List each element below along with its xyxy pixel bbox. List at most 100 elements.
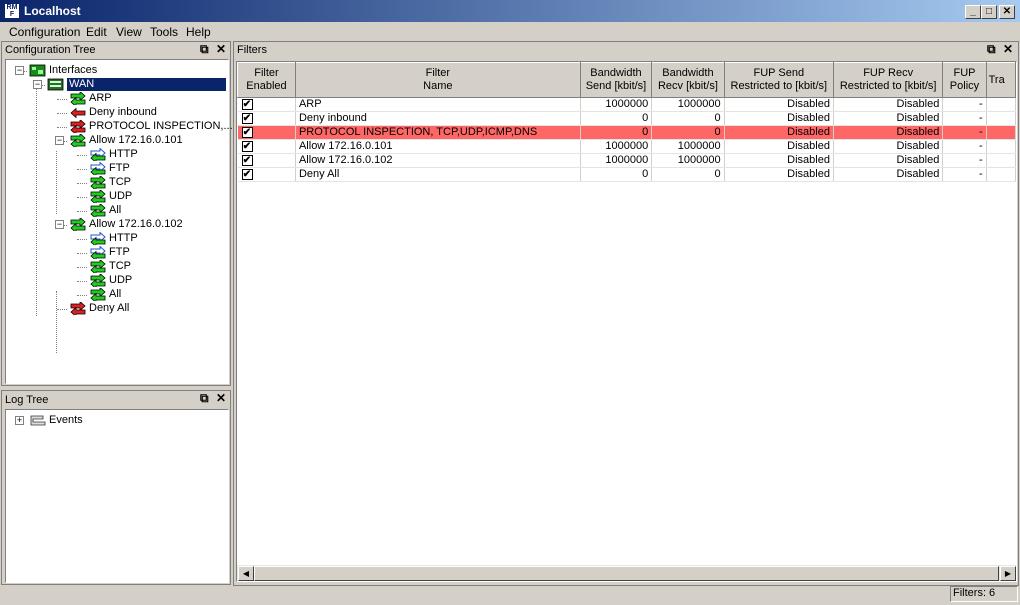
tree-connector xyxy=(36,86,37,316)
menu-tools[interactable]: Tools xyxy=(150,25,178,39)
column-header[interactable]: Filter Enabled xyxy=(237,62,296,98)
float-icon[interactable]: ⧉ xyxy=(200,391,209,406)
arrow-both-icon xyxy=(89,202,107,220)
menu-bar: Configuration Edit View Tools Help xyxy=(0,22,1020,41)
arrow-both-icon xyxy=(89,272,107,290)
close-icon[interactable]: ✕ xyxy=(216,42,226,56)
arrow-both-icon xyxy=(69,90,87,108)
column-header[interactable]: Bandwidth Recv [kbit/s] xyxy=(651,62,725,98)
tree-node-label: Deny inbound xyxy=(89,106,157,118)
enabled-checkbox[interactable]: ✔ xyxy=(241,154,253,166)
arrow-both-red-icon xyxy=(69,300,87,318)
close-icon[interactable]: ✕ xyxy=(1003,42,1013,56)
maximize-button[interactable]: □ xyxy=(981,5,997,19)
tree-node-label: UDP xyxy=(109,274,133,286)
table-row[interactable]: ✔ Allow 172.16.0.102 1000000 1000000 Disable… xyxy=(237,153,1016,168)
menu-help[interactable]: Help xyxy=(186,25,211,39)
log-tree[interactable]: + Events xyxy=(5,409,229,583)
filters-table: Filter Enabled Filter Name Bandwidth Send [kb… xyxy=(237,62,1016,182)
table-row[interactable]: ✔ ARP 1000000 1000000 Disabled Disabled - xyxy=(237,97,1016,112)
column-header[interactable]: FUP Policy xyxy=(942,62,987,98)
enabled-checkbox[interactable]: ✔ xyxy=(241,126,253,138)
send-cell: 0 xyxy=(580,125,653,140)
policy-cell: - xyxy=(942,167,987,182)
events-icon xyxy=(29,414,47,427)
tree-node-label: TCP xyxy=(109,176,131,188)
title-bar xyxy=(0,0,1020,22)
collapse-toggle[interactable]: − xyxy=(15,66,24,75)
tree-connector xyxy=(77,281,87,282)
column-header[interactable]: FUP Recv Restricted to [kbit/s] xyxy=(832,62,944,98)
tree-node-label: FTP xyxy=(109,162,130,174)
enabled-cell: ✔ xyxy=(237,125,296,140)
menu-edit[interactable]: Edit xyxy=(86,25,107,39)
fup-send-cell: Disabled xyxy=(724,153,834,168)
float-icon[interactable]: ⧉ xyxy=(200,42,209,57)
column-header-line2: Recv [kbit/s] xyxy=(657,80,718,92)
collapse-toggle[interactable]: − xyxy=(33,80,42,89)
tra-cell xyxy=(986,139,1016,154)
tree-node-label: HTTP xyxy=(109,148,138,160)
column-header-line2: Policy xyxy=(949,80,980,92)
name-cell: ARP xyxy=(295,97,581,112)
scroll-right-button[interactable]: ▶ xyxy=(1000,566,1016,581)
enabled-checkbox[interactable]: ✔ xyxy=(241,140,253,152)
column-header[interactable]: Tra xyxy=(985,62,1016,98)
collapse-toggle[interactable]: − xyxy=(55,220,64,229)
table-row[interactable]: ✔ Deny inbound 0 0 Disabled Disabled - xyxy=(237,111,1016,126)
arrow-both-icon xyxy=(89,286,107,304)
expand-toggle[interactable]: + xyxy=(15,416,24,425)
table-row[interactable]: ✔ Deny All 0 0 Disabled Disabled - xyxy=(237,167,1016,182)
column-header-line1: Bandwidth xyxy=(590,67,642,79)
menu-view[interactable]: View xyxy=(116,25,142,39)
interface-icon xyxy=(47,78,65,91)
tree-node-label: ARP xyxy=(89,92,112,104)
fup-recv-cell: Disabled xyxy=(833,167,944,182)
name-cell: Allow 172.16.0.101 xyxy=(295,139,581,154)
enabled-cell: ✔ xyxy=(237,153,296,168)
log-tree-title: Log Tree xyxy=(5,394,49,406)
collapse-toggle[interactable]: − xyxy=(55,136,64,145)
table-row[interactable]: ✔ PROTOCOL INSPECTION, TCP,UDP,ICMP,DNS 0 0… xyxy=(237,125,1016,140)
app-icon[interactable]: RM F xyxy=(4,3,20,19)
arrow-both-icon xyxy=(69,132,87,150)
window-title: Localhost xyxy=(24,4,81,18)
scrollbar-thumb[interactable] xyxy=(254,566,999,581)
send-cell: 0 xyxy=(580,111,653,126)
column-header-line1: Bandwidth xyxy=(662,67,714,79)
tree-node-label: HTTP xyxy=(109,232,138,244)
fup-send-cell: Disabled xyxy=(724,111,834,126)
column-header-line1: FUP Send xyxy=(753,67,805,79)
enabled-checkbox[interactable]: ✔ xyxy=(241,112,253,124)
close-button[interactable]: ✕ xyxy=(999,5,1015,19)
column-header[interactable]: Filter Name xyxy=(294,62,581,98)
tra-cell xyxy=(986,167,1016,182)
tree-node-label: UDP xyxy=(109,190,133,202)
tree-node-label: Deny All xyxy=(89,302,130,314)
scroll-left-button[interactable]: ◀ xyxy=(238,566,254,581)
recv-cell: 0 xyxy=(651,125,725,140)
enabled-checkbox[interactable]: ✔ xyxy=(241,98,253,110)
configuration-tree[interactable]: − Interfaces − WAN ARP Deny inbound PROTOCOL I… xyxy=(5,59,233,384)
column-header-line1: Filter xyxy=(425,67,451,79)
column-header[interactable]: FUP Send Restricted to [kbit/s] xyxy=(723,62,834,98)
enabled-cell: ✔ xyxy=(237,111,296,126)
minimize-button[interactable]: _ xyxy=(965,5,981,19)
fup-recv-cell: Disabled xyxy=(833,153,944,168)
column-header-line1: FUP Recv xyxy=(863,67,914,79)
tree-connector xyxy=(77,295,87,296)
menu-configuration[interactable]: Configuration xyxy=(9,25,80,39)
filters-grid[interactable]: Filter Enabled Filter Name Bandwidth Send [kb… xyxy=(236,61,1017,582)
tree-node-label: All xyxy=(109,288,122,300)
tra-cell xyxy=(986,153,1016,168)
tree-node-label: PROTOCOL INSPECTION,... xyxy=(89,120,233,132)
column-header[interactable]: Bandwidth Send [kbit/s] xyxy=(579,62,653,98)
column-header-line2: Restricted to [kbit/s] xyxy=(730,80,828,92)
fup-send-cell: Disabled xyxy=(724,139,834,154)
enabled-checkbox[interactable]: ✔ xyxy=(241,168,253,180)
tree-connector xyxy=(56,291,57,353)
float-icon[interactable]: ⧉ xyxy=(987,42,996,57)
close-icon[interactable]: ✕ xyxy=(216,391,226,405)
table-row[interactable]: ✔ Allow 172.16.0.101 1000000 1000000 Disable… xyxy=(237,139,1016,154)
status-filters-count: Filters: 6 xyxy=(953,587,996,599)
